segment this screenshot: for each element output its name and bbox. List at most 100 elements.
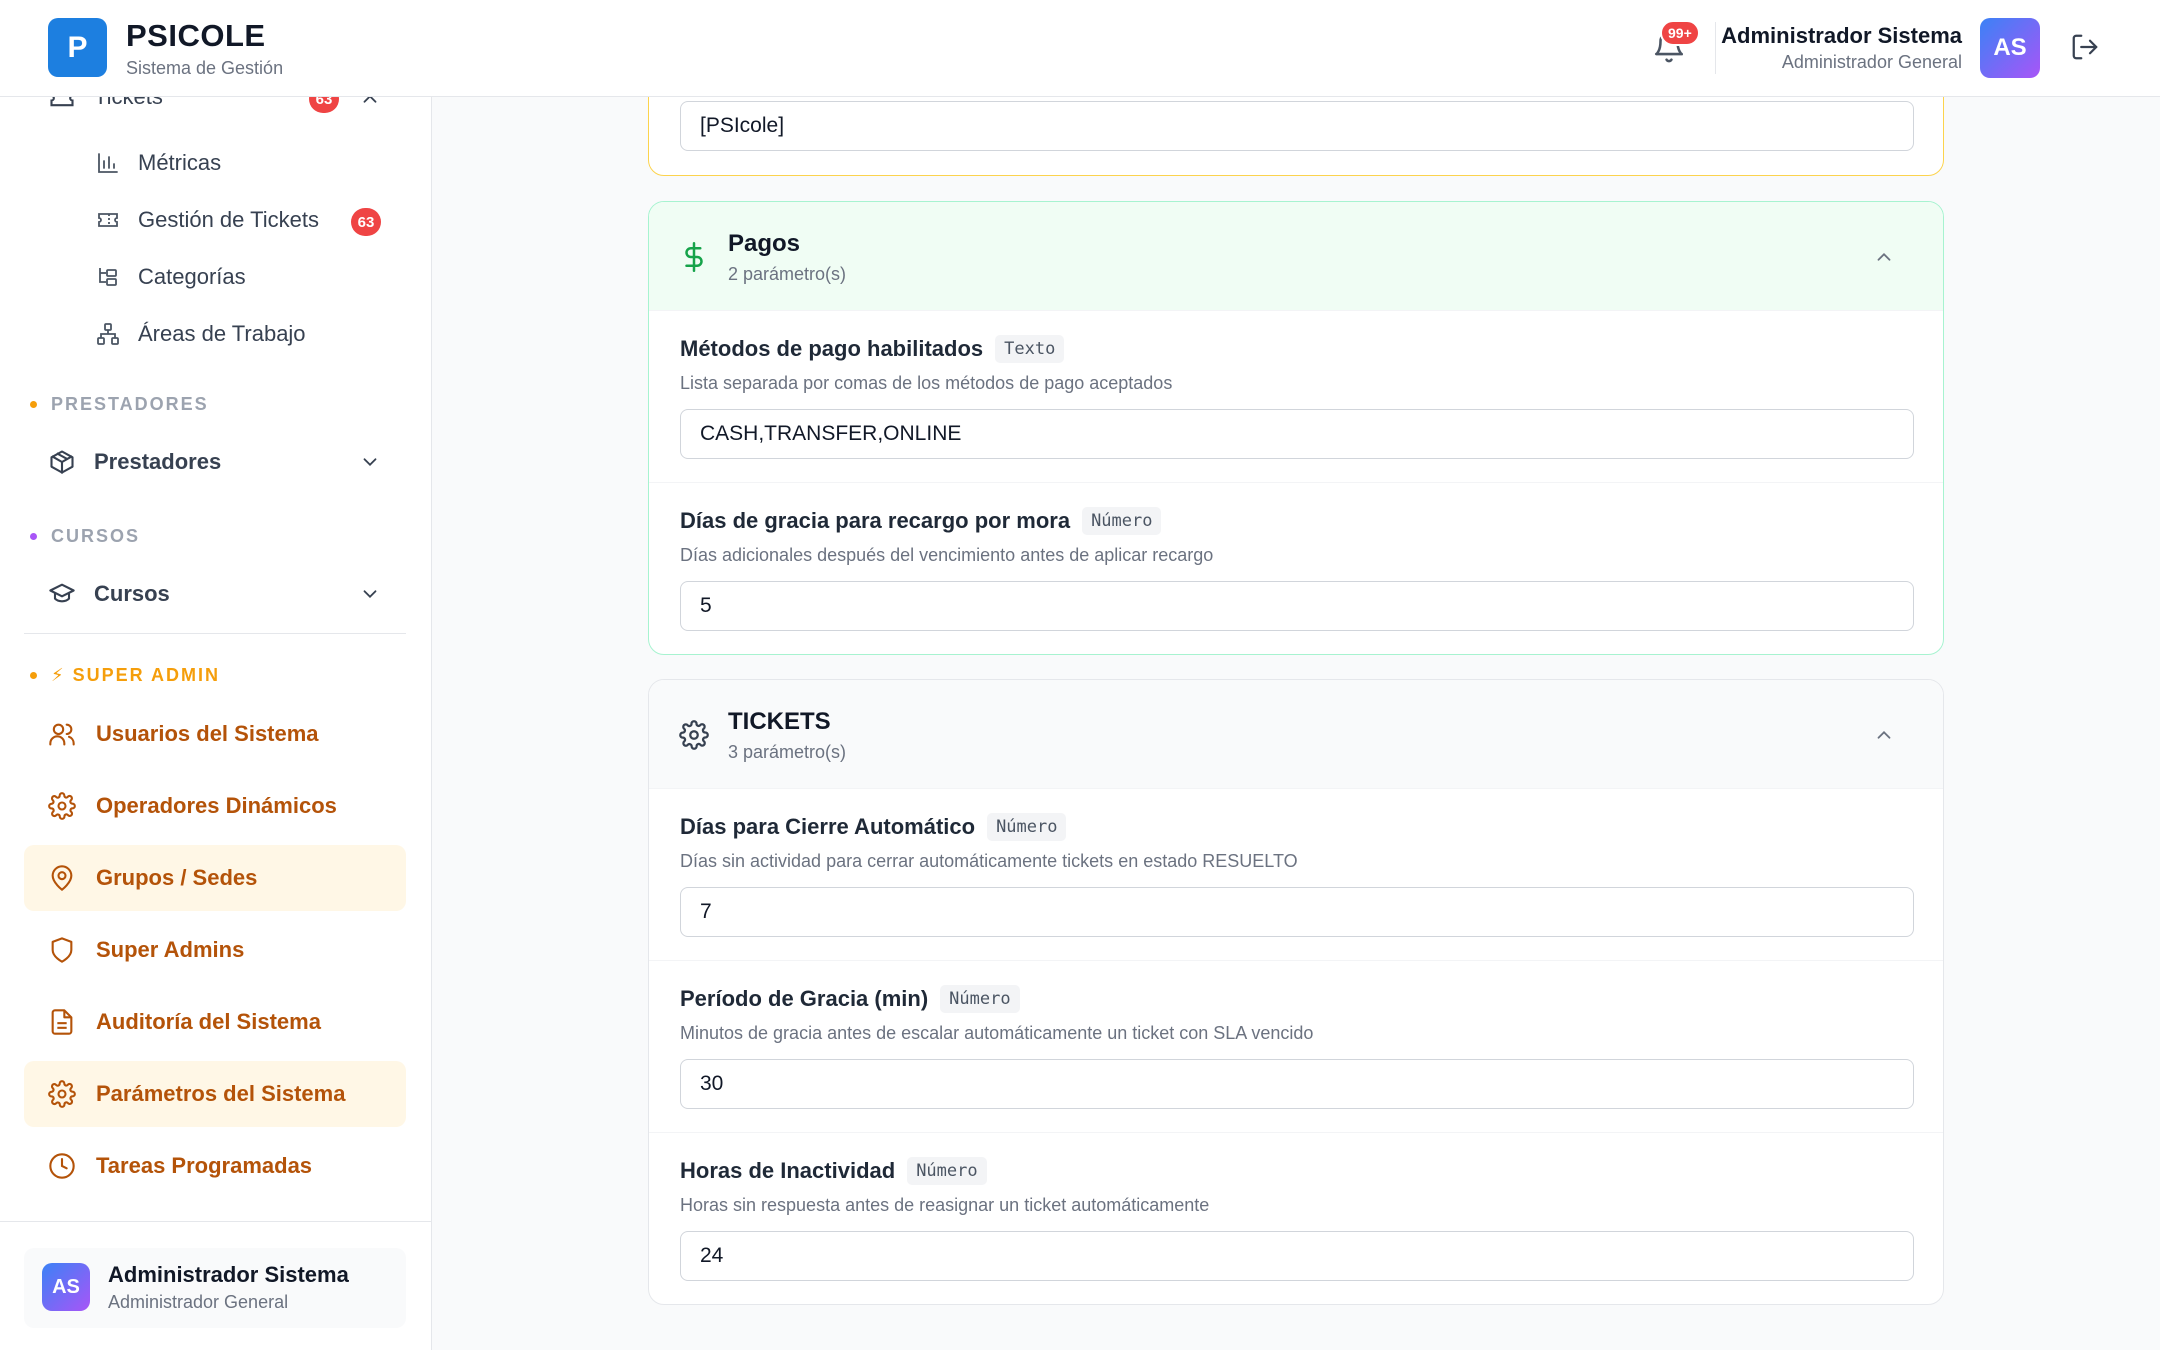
- sidebar-item-label: Usuarios del Sistema: [96, 721, 319, 746]
- section-title-text: PRESTADORES: [51, 394, 209, 414]
- parameter-description: Días sin actividad para cerrar automátic…: [680, 851, 1298, 871]
- sidebar-item-operadores-dinamicos[interactable]: Operadores Dinámicos: [24, 773, 406, 839]
- document-icon: [48, 1008, 76, 1036]
- dollar-icon: [679, 242, 709, 272]
- chevron-up-icon[interactable]: [1873, 724, 1895, 746]
- type-tag: Número: [940, 985, 1020, 1013]
- section-title-text: CURSOS: [51, 526, 141, 546]
- sidebar-item-auditoria[interactable]: Auditoría del Sistema: [24, 989, 406, 1055]
- parameter-name: Horas de Inactividad: [680, 1158, 896, 1183]
- section-title-prestadores: PRESTADORES: [30, 394, 209, 415]
- category-tree-icon: [96, 265, 120, 289]
- users-icon: [48, 720, 76, 748]
- chevron-up-icon[interactable]: [1873, 246, 1895, 268]
- card-header[interactable]: Pagos 2 parámetro(s): [649, 202, 1943, 310]
- section-title-text: ⚡ SUPER ADMIN: [51, 665, 220, 685]
- parameter-value-input[interactable]: [680, 581, 1914, 631]
- sidebar-item-grupos-sedes[interactable]: Grupos / Sedes: [24, 845, 406, 911]
- parameter-row: Métodos de pago habilitados Texto Lista …: [649, 310, 1943, 482]
- parameter-description: Lista separada por comas de los métodos …: [680, 373, 1173, 393]
- sidebar-item-label: Gestión de Tickets: [138, 207, 319, 232]
- parameter-description: Días adicionales después del vencimiento…: [680, 545, 1214, 565]
- bar-chart-icon: [96, 151, 120, 175]
- header-user-role: Administrador General: [1781, 52, 1962, 72]
- type-tag: Número: [907, 1157, 987, 1185]
- clock-icon: [48, 1152, 76, 1180]
- sidebar-footer-divider: [0, 1221, 431, 1222]
- sidebar-item-tareas-programadas[interactable]: Tareas Programadas: [24, 1133, 406, 1199]
- parameter-row: Período de Gracia (min) Número Minutos d…: [649, 960, 1943, 1132]
- sidebar-item-label: Super Admins: [96, 937, 245, 962]
- parameter-name: Métodos de pago habilitados: [680, 336, 984, 361]
- ticket-icon: [96, 208, 120, 232]
- sidebar-item-label: Métricas: [138, 150, 222, 175]
- sidebar-item-parametros[interactable]: Parámetros del Sistema: [24, 1061, 406, 1127]
- sidebar-item-label: Categorías: [138, 264, 246, 289]
- parameter-name: Período de Gracia (min): [680, 986, 929, 1011]
- footer-user-role: Administrador General: [108, 1292, 289, 1312]
- section-dot: [30, 533, 37, 540]
- card-header[interactable]: TICKETS 3 parámetro(s): [649, 680, 1943, 788]
- sidebar-item-gestion-tickets[interactable]: Gestión de Tickets: [96, 207, 319, 233]
- app-subtitle: Sistema de Gestión: [126, 58, 284, 78]
- type-tag: Número: [1082, 507, 1162, 535]
- parameter-row: Días de gracia para recargo por mora Núm…: [649, 482, 1943, 654]
- gear-icon: [679, 720, 709, 750]
- parameter-description: Horas sin respuesta antes de reasignar u…: [680, 1195, 1210, 1215]
- section-title-cursos: CURSOS: [30, 526, 140, 547]
- section-dot: [30, 672, 37, 679]
- section-dot: [30, 401, 37, 408]
- parameter-value-input[interactable]: [680, 1059, 1914, 1109]
- sidebar-divider: [24, 633, 406, 634]
- avatar: AS: [42, 1263, 90, 1311]
- sidebar: Tickets 63 Métricas Gestión de Tickets 6…: [0, 97, 432, 1350]
- graduation-cap-icon: [48, 580, 76, 608]
- footer-user-name: Administrador Sistema: [108, 1262, 349, 1287]
- parameter-description: Minutos de gracia antes de escalar autom…: [680, 1023, 1314, 1043]
- parameter-name: Días de gracia para recargo por mora: [680, 508, 1071, 533]
- card-param-count: 2 parámetro(s): [728, 264, 847, 284]
- sidebar-item-label: Operadores Dinámicos: [96, 793, 337, 818]
- sidebar-item-super-admins[interactable]: Super Admins: [24, 917, 406, 983]
- top-header: P PSICOLE Sistema de Gestión 99+ Adminis…: [0, 0, 2160, 97]
- avatar[interactable]: AS: [1980, 18, 2040, 78]
- type-tag: Número: [987, 813, 1067, 841]
- notifications-badge: 99+: [1660, 20, 1700, 46]
- sidebar-item-metricas[interactable]: Métricas: [96, 150, 221, 176]
- header-user-name: Administrador Sistema: [1721, 23, 1962, 48]
- sidebar-item-usuarios-sistema[interactable]: Usuarios del Sistema: [24, 701, 406, 767]
- sidebar-item-cursos[interactable]: Cursos: [48, 580, 170, 608]
- parameter-value-input[interactable]: [680, 887, 1914, 937]
- logout-icon[interactable]: [2070, 32, 2100, 62]
- parameter-name: Días para Cierre Automático: [680, 814, 976, 839]
- shield-icon: [48, 936, 76, 964]
- sidebar-item-label: Grupos / Sedes: [96, 865, 258, 890]
- parameter-row: Días para Cierre Automático Número Días …: [649, 788, 1943, 960]
- sidebar-item-tickets[interactable]: Tickets: [48, 97, 163, 111]
- parameter-value-input[interactable]: [680, 409, 1914, 459]
- sidebar-item-label: Tickets: [94, 97, 163, 110]
- app-logo[interactable]: P: [48, 18, 107, 77]
- app-name: PSICOLE: [126, 18, 266, 53]
- type-tag: Texto: [995, 335, 1065, 363]
- card-title: TICKETS: [728, 708, 831, 735]
- chevron-up-icon[interactable]: [359, 97, 381, 110]
- map-pin-icon: [48, 864, 76, 892]
- parameter-row: Horas de Inactividad Número Horas sin re…: [649, 1132, 1943, 1304]
- sidebar-item-label: Áreas de Trabajo: [138, 321, 306, 346]
- sidebar-item-label: Auditoría del Sistema: [96, 1009, 321, 1034]
- parameter-value-input[interactable]: [680, 101, 1914, 151]
- sidebar-item-label: Prestadores: [94, 449, 222, 474]
- parameter-card-tickets: TICKETS 3 parámetro(s) Días para Cierre …: [648, 679, 1944, 1305]
- sidebar-item-prestadores[interactable]: Prestadores: [48, 448, 221, 476]
- gestion-tickets-badge: 63: [351, 208, 381, 236]
- tickets-count-badge: 63: [309, 97, 339, 113]
- chevron-down-icon[interactable]: [359, 451, 381, 473]
- sidebar-item-areas-trabajo[interactable]: Áreas de Trabajo: [96, 321, 306, 347]
- sidebar-item-categorias[interactable]: Categorías: [96, 264, 246, 290]
- parameter-value-input[interactable]: [680, 1231, 1914, 1281]
- chevron-down-icon[interactable]: [359, 583, 381, 605]
- sidebar-user-card[interactable]: AS Administrador Sistema Administrador G…: [24, 1248, 406, 1328]
- package-icon: [48, 448, 76, 476]
- gear-icon: [48, 1080, 76, 1108]
